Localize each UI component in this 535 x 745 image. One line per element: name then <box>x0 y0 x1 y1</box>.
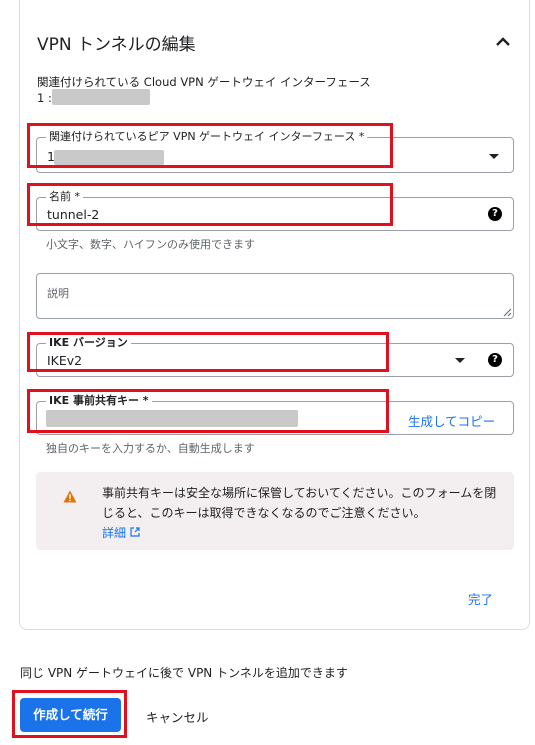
details-link[interactable]: 詳細 <box>102 526 140 540</box>
highlight-box <box>27 389 389 433</box>
chevron-up-icon[interactable] <box>492 32 514 52</box>
description-placeholder: 説明 <box>47 287 69 300</box>
external-link-icon <box>130 527 140 537</box>
highlight-box <box>27 183 393 226</box>
ike-key-hint: 独自のキーを入力するか、自動生成します <box>46 442 255 455</box>
highlight-box <box>27 332 389 372</box>
page: VPN トンネルの編集 関連付けられている Cloud VPN ゲートウェイ イ… <box>0 0 535 745</box>
associated-interface-label: 関連付けられている Cloud VPN ゲートウェイ インターフェース <box>37 75 371 89</box>
notice-text: 事前共有キーは安全な場所に保管しておいてください。このフォームを閉じると、このキ… <box>102 483 502 543</box>
associated-interface-value: 1 : <box>37 91 52 105</box>
help-icon[interactable]: ? <box>488 207 502 221</box>
key-notice: 事前共有キーは安全な場所に保管しておいてください。このフォームを閉じると、このキ… <box>36 472 514 550</box>
warning-icon <box>63 490 77 503</box>
highlight-box <box>12 690 127 738</box>
cancel-button[interactable]: キャンセル <box>146 707 209 726</box>
generate-copy-button[interactable]: 生成してコピー <box>408 411 495 430</box>
dropdown-arrow-icon <box>489 154 499 159</box>
panel-title: VPN トンネルの編集 <box>37 35 196 55</box>
details-link-label: 詳細 <box>102 526 127 540</box>
done-button[interactable]: 完了 <box>468 589 493 608</box>
resize-handle-icon[interactable] <box>503 308 512 317</box>
help-icon[interactable]: ? <box>488 353 502 367</box>
redacted-value <box>52 89 150 105</box>
footer-info-text: 同じ VPN ゲートウェイに後で VPN トンネルを追加できます <box>20 666 348 680</box>
notice-message: 事前共有キーは安全な場所に保管しておいてください。このフォームを閉じると、このキ… <box>102 486 497 520</box>
highlight-box <box>27 123 393 168</box>
name-hint: 小文字、数字、ハイフンのみ使用できます <box>46 238 255 251</box>
dropdown-arrow-icon <box>455 358 465 363</box>
description-textarea[interactable]: 説明 <box>36 273 514 319</box>
